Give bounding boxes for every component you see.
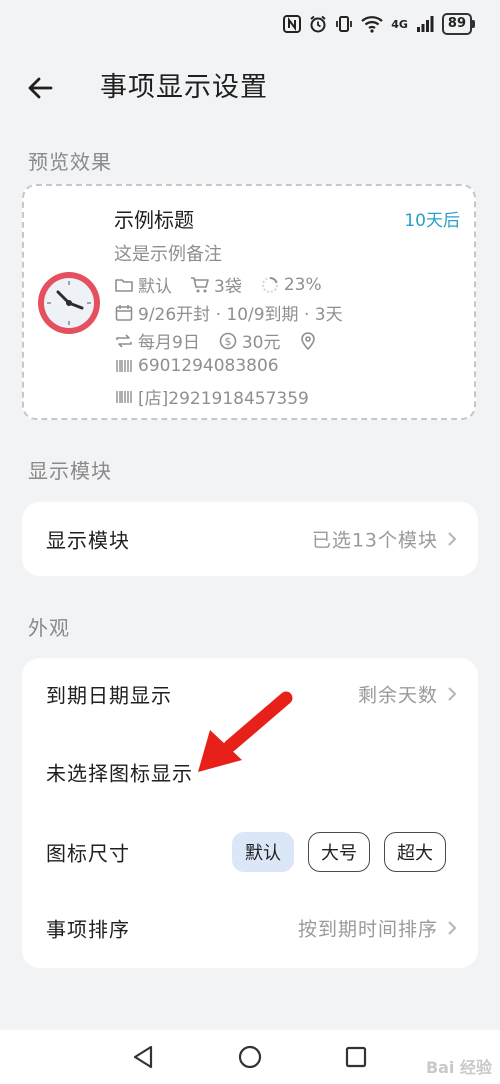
barcode-icon bbox=[114, 387, 134, 407]
signal-icon bbox=[416, 15, 434, 33]
preview-meta-row: 默认 3袋 23% bbox=[114, 272, 322, 297]
expiry-display-label: 到期日期显示 bbox=[46, 683, 172, 708]
preview-note: 这是示例备注 bbox=[114, 244, 222, 265]
expiry-display-value: 剩余天数 bbox=[357, 684, 438, 707]
icon-size-options: 默认 大号 超大 bbox=[232, 832, 446, 872]
preview-days-left: 10天后 bbox=[404, 211, 460, 231]
status-icons: 4G 89 bbox=[283, 12, 476, 36]
icon-size-row: 图标尺寸 默认 大号 超大 bbox=[22, 816, 478, 888]
icon-size-large-button[interactable]: 大号 bbox=[308, 832, 370, 872]
page-title: 事项显示设置 bbox=[100, 72, 268, 103]
alarm-icon bbox=[309, 15, 327, 33]
modules-row-value: 已选13个模块 bbox=[311, 529, 438, 552]
icon-size-label: 图标尺寸 bbox=[46, 841, 130, 866]
battery-icon: 89 bbox=[441, 13, 476, 35]
barcode-icon bbox=[114, 356, 134, 376]
nav-back-button[interactable] bbox=[130, 1044, 156, 1070]
nav-recents-button[interactable] bbox=[343, 1044, 369, 1070]
clock-icon bbox=[36, 270, 102, 336]
icon-size-default-button[interactable]: 默认 bbox=[232, 832, 294, 872]
appearance-section-label: 外观 bbox=[28, 616, 70, 640]
preview-card: 示例标题 10天后 这是示例备注 默认 3袋 23% 9/26开封 · 10/9… bbox=[22, 184, 476, 420]
preview-title: 示例标题 bbox=[114, 208, 194, 232]
nav-home-button[interactable] bbox=[237, 1044, 263, 1070]
preview-repeat: 每月9日 bbox=[138, 333, 200, 353]
sort-row[interactable]: 事项排序 按到期时间排序 bbox=[22, 892, 478, 964]
icon-size-xlarge-button[interactable]: 超大 bbox=[384, 832, 446, 872]
chevron-right-icon bbox=[448, 532, 457, 546]
modules-row-label: 显示模块 bbox=[46, 528, 130, 553]
back-button[interactable] bbox=[22, 70, 58, 106]
navigation-bar: Bai 经验 bbox=[0, 1030, 500, 1084]
vibrate-icon bbox=[335, 15, 353, 33]
modules-row[interactable]: 显示模块 已选13个模块 bbox=[22, 502, 478, 576]
repeat-icon bbox=[114, 331, 134, 351]
folder-icon bbox=[114, 275, 134, 295]
square-recents-icon bbox=[345, 1046, 367, 1068]
preview-price: 30元 bbox=[241, 333, 281, 353]
modules-card: 显示模块 已选13个模块 bbox=[22, 502, 478, 576]
preview-store-barcode-row: [店]2921918457359 bbox=[114, 384, 309, 409]
wifi-icon bbox=[361, 15, 383, 33]
svg-text:$: $ bbox=[224, 335, 231, 348]
progress-ring-icon bbox=[260, 275, 280, 295]
red-arrow-annotation-icon bbox=[198, 691, 293, 772]
calendar-icon bbox=[114, 303, 134, 323]
status-bar: 4G 89 bbox=[0, 0, 500, 48]
preview-folder: 默认 bbox=[138, 277, 172, 297]
preview-store-barcode: [店]2921918457359 bbox=[138, 389, 309, 409]
no-icon-display-label: 未选择图标显示 bbox=[46, 761, 193, 786]
preview-dates: 9/26开封 · 10/9到期 · 3天 bbox=[138, 305, 343, 325]
preview-section-label: 预览效果 bbox=[28, 150, 112, 174]
preview-repeat-row: 每月9日 $ 30元 bbox=[114, 328, 318, 353]
modules-section-label: 显示模块 bbox=[28, 459, 112, 483]
preview-progress: 23% bbox=[283, 274, 322, 295]
triangle-back-icon bbox=[133, 1045, 153, 1069]
sort-value: 按到期时间排序 bbox=[297, 918, 438, 941]
chevron-right-icon bbox=[448, 687, 457, 701]
dollar-circle-icon: $ bbox=[218, 331, 238, 351]
network-type: 4G bbox=[391, 17, 408, 31]
circle-home-icon bbox=[238, 1045, 262, 1069]
cart-icon bbox=[190, 275, 210, 295]
header: 事项显示设置 bbox=[0, 58, 500, 118]
preview-barcode-row: 6901294083806 bbox=[114, 356, 279, 376]
chevron-right-icon bbox=[448, 921, 457, 935]
watermark: Bai 经验 bbox=[425, 1058, 492, 1077]
arrow-left-icon bbox=[28, 77, 53, 99]
preview-dates-row: 9/26开封 · 10/9到期 · 3天 bbox=[114, 300, 343, 325]
location-pin-icon bbox=[298, 331, 318, 351]
preview-quantity: 3袋 bbox=[214, 277, 242, 297]
preview-barcode: 6901294083806 bbox=[138, 356, 279, 376]
sort-label: 事项排序 bbox=[46, 917, 130, 942]
nfc-icon bbox=[283, 15, 302, 33]
